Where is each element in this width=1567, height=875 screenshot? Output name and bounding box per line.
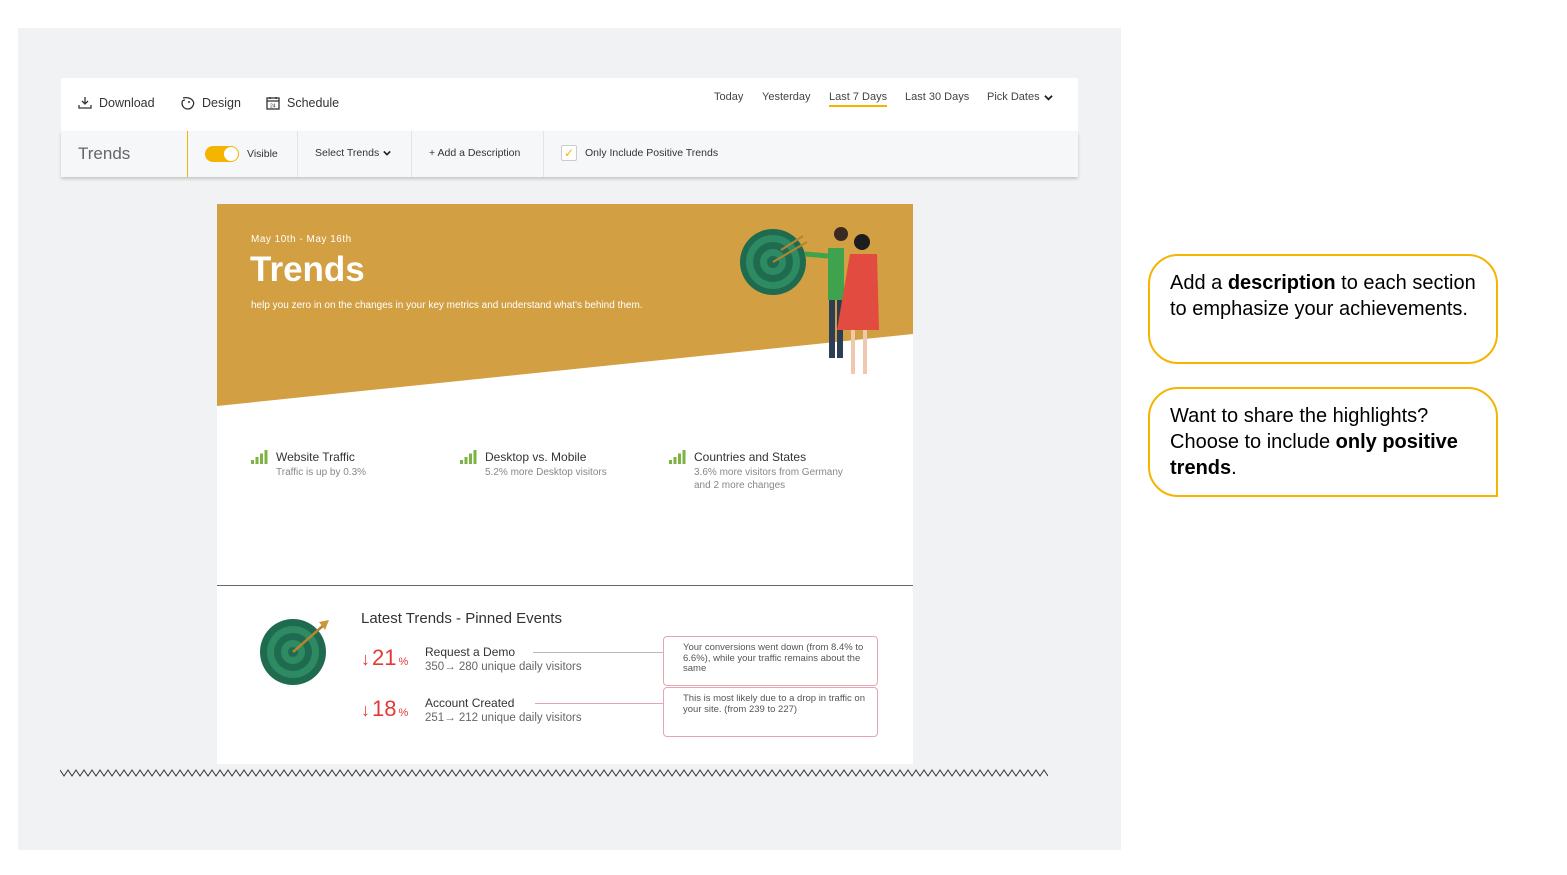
select-trends-label: Select Trends	[315, 147, 380, 159]
target-icon	[260, 619, 329, 685]
divider	[297, 131, 298, 177]
download-icon	[78, 97, 92, 109]
callout-description-tip: Add a description to each section to emp…	[1148, 254, 1498, 364]
range-yesterday[interactable]: Yesterday	[762, 91, 811, 105]
visitors-suffix: unique daily visitors	[481, 712, 582, 724]
add-description-button[interactable]: + Add a Description	[429, 147, 520, 159]
divider	[187, 131, 188, 177]
callout-text-bold: description	[1227, 272, 1336, 294]
range-last-7-days[interactable]: Last 7 Days	[829, 91, 888, 107]
pinned-event-row: ↓ 18 % Account Created 251→ 212 unique d…	[361, 696, 582, 724]
report-preview-card: May 10th - May 16th Trends help you zero…	[217, 204, 913, 764]
visitors-from: 350	[425, 661, 445, 673]
schedule-label: Schedule	[287, 96, 340, 110]
change-percent: ↓ 18 %	[361, 696, 425, 722]
arrow-down-icon: ↓	[361, 700, 370, 720]
metric-title: Countries and States	[694, 450, 807, 464]
select-trends-dropdown[interactable]: Select Trends	[315, 147, 391, 159]
download-button[interactable]: Download	[77, 95, 155, 111]
connector-line	[533, 652, 663, 653]
metric-description-more: and 2 more changes	[694, 480, 786, 491]
report-toolbar: Download Design 24 Schedule Today Yester…	[61, 78, 1078, 131]
positive-trends-label: Only Include Positive Trends	[585, 147, 719, 159]
check-icon: ✓	[563, 146, 575, 160]
event-description-note[interactable]: This is most likely due to a drop in tra…	[663, 687, 878, 737]
download-label: Download	[99, 96, 155, 110]
metric-description: 3.6% more visitors from Germany	[694, 467, 843, 478]
signal-bars-icon	[669, 450, 686, 464]
section-divider	[217, 585, 913, 586]
change-percent: ↓ 21 %	[361, 645, 425, 671]
callout-text-post: .	[1231, 457, 1237, 479]
metric-countries-and-states: Countries and States 3.6% more visitors …	[669, 450, 843, 492]
visitors-from: 251	[425, 712, 445, 724]
design-icon	[181, 96, 195, 110]
signal-bars-icon	[251, 450, 268, 464]
change-unit: %	[398, 656, 409, 668]
event-visitors: 251→ 212 unique daily visitors	[425, 712, 582, 724]
chevron-down-icon	[1043, 94, 1053, 101]
schedule-button[interactable]: 24 Schedule	[265, 95, 339, 111]
event-visitors: 350→ 280 unique daily visitors	[425, 661, 582, 673]
range-last-30-days[interactable]: Last 30 Days	[905, 91, 969, 105]
metric-desktop-vs-mobile: Desktop vs. Mobile 5.2% more Desktop vis…	[460, 450, 607, 479]
metric-title: Website Traffic	[276, 450, 355, 464]
pinned-event-row: ↓ 21 % Request a Demo 350→ 280 unique da…	[361, 645, 582, 673]
range-today[interactable]: Today	[714, 91, 743, 105]
change-value: 21	[372, 645, 397, 670]
visitors-to: 280	[458, 661, 479, 673]
metric-website-traffic: Website Traffic Traffic is up by 0.3%	[251, 450, 366, 479]
callout-text-pre: Add a	[1170, 272, 1228, 294]
design-label: Design	[202, 96, 241, 110]
signal-bars-icon	[460, 450, 477, 464]
visitors-to: 212	[458, 712, 479, 724]
positive-trends-checkbox[interactable]: ✓ Only Include Positive Trends	[561, 145, 718, 161]
visitors-suffix: unique daily visitors	[481, 661, 582, 673]
section-settings-bar: Trends Visible Select Trends + Add a Des…	[61, 131, 1078, 177]
metric-title: Desktop vs. Mobile	[485, 450, 587, 464]
change-unit: %	[398, 707, 409, 719]
divider	[411, 131, 412, 177]
pick-dates-label: Pick Dates	[987, 91, 1040, 103]
add-description-label: + Add a Description	[429, 147, 521, 159]
pick-dates-dropdown[interactable]: Pick Dates	[987, 91, 1053, 105]
visible-toggle[interactable]: Visible	[205, 146, 278, 162]
divider	[543, 131, 544, 177]
design-button[interactable]: Design	[180, 95, 241, 111]
pinned-events-title: Latest Trends - Pinned Events	[361, 610, 562, 627]
svg-text:24: 24	[270, 104, 276, 110]
report-date-range: May 10th - May 16th	[251, 234, 352, 245]
callout-positive-trends-tip: Want to share the highlights? Choose to …	[1148, 387, 1498, 497]
torn-edge	[60, 769, 1048, 777]
toggle-switch[interactable]	[205, 146, 239, 162]
report-subtitle: help you zero in on the changes in your …	[251, 300, 643, 311]
report-title: Trends	[250, 250, 365, 289]
metric-description: 5.2% more Desktop visitors	[485, 467, 607, 478]
chevron-down-icon	[383, 150, 391, 156]
arrow-right-icon: →	[444, 712, 459, 724]
checkbox-box[interactable]: ✓	[561, 145, 577, 161]
change-value: 18	[372, 696, 397, 721]
event-description-note[interactable]: Your conversions went down (from 8.4% to…	[663, 636, 878, 686]
visible-label: Visible	[247, 148, 278, 160]
section-title: Trends	[78, 144, 131, 163]
arrow-right-icon: →	[444, 661, 459, 673]
calendar-icon: 24	[266, 97, 280, 110]
connector-line	[535, 703, 663, 704]
arrow-down-icon: ↓	[361, 649, 370, 669]
metric-description: Traffic is up by 0.3%	[276, 467, 367, 478]
